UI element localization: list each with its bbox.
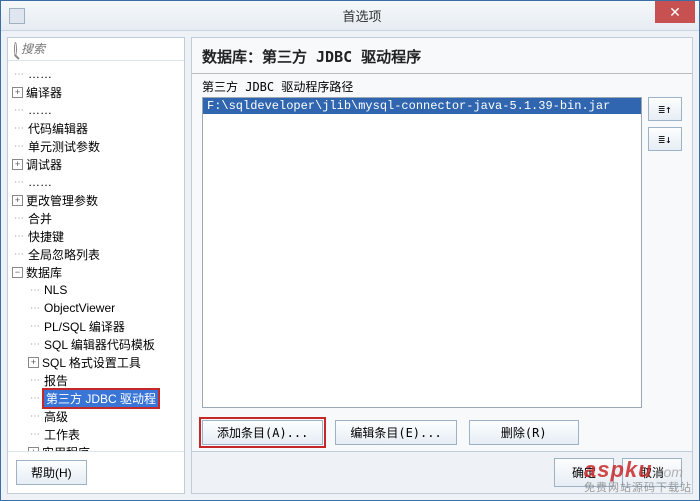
tree-node-label: 快捷键: [28, 228, 64, 245]
help-button[interactable]: 帮助(H): [16, 460, 87, 485]
tree-dots-icon: ⋯: [28, 339, 42, 350]
tree-dots-icon: ⋯: [28, 411, 42, 422]
tree-dots-icon: ⋯: [28, 429, 42, 440]
tree-dots-icon: ⋯: [12, 231, 26, 242]
tree-node[interactable]: ⋯ObjectViewer: [8, 299, 184, 317]
tree-dots-icon: ⋯: [28, 285, 42, 296]
tree-dots-icon: ⋯: [12, 123, 26, 134]
tree-node[interactable]: ⋯SQL 编辑器代码模板: [8, 335, 184, 353]
tree-node-label: SQL 格式设置工具: [42, 354, 141, 371]
right-panel: 数据库：第三方 JDBC 驱动程序 第三方 JDBC 驱动程序路径 F:\sql…: [191, 37, 693, 494]
list-item[interactable]: F:\sqldeveloper\jlib\mysql-connector-jav…: [203, 98, 641, 114]
panel-subheading: 第三方 JDBC 驱动程序路径: [192, 74, 692, 97]
tree-node-label: 合并: [28, 210, 52, 227]
close-button[interactable]: ✕: [655, 1, 695, 23]
tree-dots-icon: ⋯: [12, 177, 26, 188]
search-icon: [14, 42, 17, 56]
move-up-button[interactable]: ≣↑: [648, 97, 682, 121]
tree-node[interactable]: ⋯……: [8, 173, 184, 191]
app-icon: [9, 8, 25, 24]
tree-dots-icon: ⋯: [28, 303, 42, 314]
tree-node-label: 工作表: [44, 426, 80, 443]
tree-dots-icon: ⋯: [28, 393, 42, 404]
expand-toggle-icon[interactable]: +: [12, 159, 23, 170]
tree-node[interactable]: +调试器: [8, 155, 184, 173]
tree-node-label: ……: [28, 103, 52, 117]
tree-node-label: NLS: [44, 283, 67, 297]
panel-actions: 添加条目(A)... 编辑条目(E)... 删除(R): [192, 414, 692, 451]
add-entry-button[interactable]: 添加条目(A)...: [202, 420, 323, 445]
tree-node[interactable]: +实用程序: [8, 443, 184, 451]
left-panel: ⋯……+编译器⋯……⋯代码编辑器⋯单元测试参数+调试器⋯……+更改管理参数⋯合并…: [7, 37, 185, 494]
edit-entry-button[interactable]: 编辑条目(E)...: [335, 420, 456, 445]
preferences-dialog: 首选项 ✕ ⋯……+编译器⋯……⋯代码编辑器⋯单元测试参数+调试器⋯……+更改管…: [0, 0, 700, 501]
tree-node-label: SQL 编辑器代码模板: [44, 336, 155, 353]
tree-node[interactable]: ⋯单元测试参数: [8, 137, 184, 155]
expand-toggle-icon[interactable]: +: [28, 357, 39, 368]
expand-toggle-icon[interactable]: −: [12, 267, 23, 278]
tree-node-label: 编译器: [26, 84, 62, 101]
window-title: 首选项: [33, 6, 691, 25]
tree-node[interactable]: ⋯第三方 JDBC 驱动程: [8, 389, 184, 407]
expand-toggle-icon[interactable]: +: [12, 87, 23, 98]
cancel-button[interactable]: 取消: [622, 458, 682, 487]
tree-dots-icon: ⋯: [12, 105, 26, 116]
tree-node-label: 高级: [44, 408, 68, 425]
titlebar: 首选项 ✕: [1, 1, 699, 31]
tree-node[interactable]: ⋯合并: [8, 209, 184, 227]
left-footer: 帮助(H): [8, 451, 184, 493]
tree-node[interactable]: ⋯……: [8, 101, 184, 119]
tree-node[interactable]: ⋯代码编辑器: [8, 119, 184, 137]
tree-node-label: 代码编辑器: [28, 120, 88, 137]
expand-toggle-icon[interactable]: +: [12, 195, 23, 206]
tree-node-label: 单元测试参数: [28, 138, 100, 155]
search-input[interactable]: [21, 42, 178, 56]
tree-node[interactable]: ⋯NLS: [8, 281, 184, 299]
tree-node[interactable]: ⋯报告: [8, 371, 184, 389]
tree-node[interactable]: ⋯全局忽略列表: [8, 245, 184, 263]
dialog-footer: 确定 取消: [192, 451, 692, 493]
tree-node-label: 第三方 JDBC 驱动程: [44, 390, 158, 407]
tree-node-label: ……: [28, 67, 52, 81]
tree-node[interactable]: +编译器: [8, 83, 184, 101]
tree-node[interactable]: ⋯PL/SQL 编译器: [8, 317, 184, 335]
tree-dots-icon: ⋯: [12, 141, 26, 152]
tree-node[interactable]: +更改管理参数: [8, 191, 184, 209]
tree-node-label: 全局忽略列表: [28, 246, 100, 263]
tree-node-label: 报告: [44, 372, 68, 389]
panel-heading: 数据库：第三方 JDBC 驱动程序: [192, 38, 692, 74]
panel-body: F:\sqldeveloper\jlib\mysql-connector-jav…: [192, 97, 692, 414]
tree-node-label: ObjectViewer: [44, 301, 115, 315]
tree-dots-icon: ⋯: [12, 213, 26, 224]
tree-node[interactable]: +SQL 格式设置工具: [8, 353, 184, 371]
tree-node[interactable]: ⋯高级: [8, 407, 184, 425]
ok-button[interactable]: 确定: [554, 458, 614, 487]
tree-dots-icon: ⋯: [28, 321, 42, 332]
main-area: ⋯……+编译器⋯……⋯代码编辑器⋯单元测试参数+调试器⋯……+更改管理参数⋯合并…: [1, 31, 699, 500]
tree-node-label: ……: [28, 175, 52, 189]
tree-dots-icon: ⋯: [12, 249, 26, 260]
tree-node-label: PL/SQL 编译器: [44, 318, 125, 335]
tree-node[interactable]: −数据库: [8, 263, 184, 281]
delete-entry-button[interactable]: 删除(R): [469, 420, 579, 445]
tree-node[interactable]: ⋯……: [8, 65, 184, 83]
preferences-tree[interactable]: ⋯……+编译器⋯……⋯代码编辑器⋯单元测试参数+调试器⋯……+更改管理参数⋯合并…: [8, 61, 184, 451]
tree-node[interactable]: ⋯工作表: [8, 425, 184, 443]
reorder-buttons: ≣↑ ≣↓: [648, 97, 682, 408]
tree-node-label: 数据库: [26, 264, 62, 281]
close-icon: ✕: [669, 4, 681, 21]
search-row: [8, 38, 184, 61]
driver-path-list[interactable]: F:\sqldeveloper\jlib\mysql-connector-jav…: [202, 97, 642, 408]
tree-dots-icon: ⋯: [28, 375, 42, 386]
tree-node[interactable]: ⋯快捷键: [8, 227, 184, 245]
move-down-button[interactable]: ≣↓: [648, 127, 682, 151]
tree-node-label: 更改管理参数: [26, 192, 98, 209]
tree-node-label: 调试器: [26, 156, 62, 173]
tree-dots-icon: ⋯: [12, 69, 26, 80]
tree-node-label: 实用程序: [42, 444, 90, 452]
